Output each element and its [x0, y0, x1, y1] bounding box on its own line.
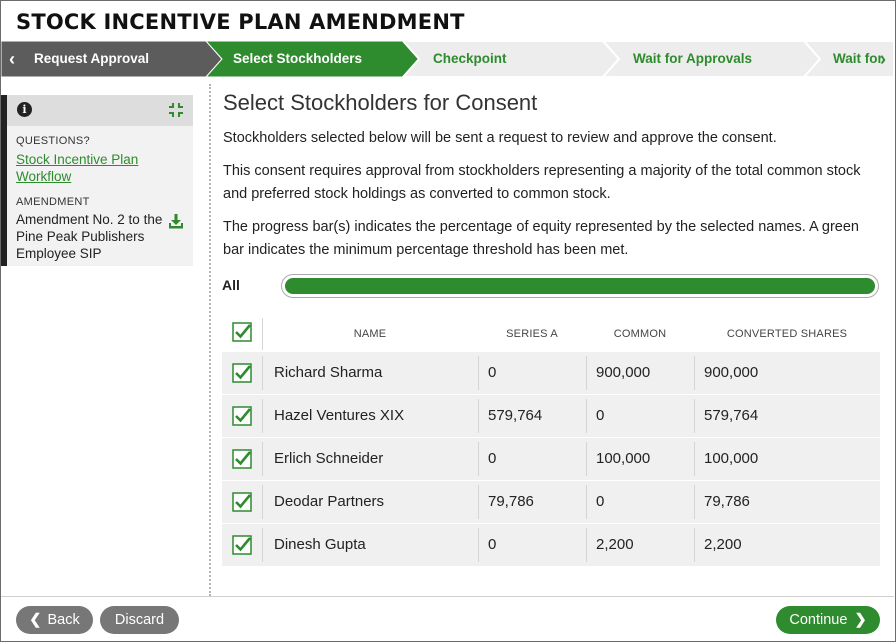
- cell-series-a: 0: [488, 364, 497, 381]
- row-checkbox[interactable]: [232, 492, 252, 512]
- requirement-paragraph: This consent requires approval from stoc…: [223, 163, 861, 202]
- footer-divider: [1, 596, 894, 597]
- table-row[interactable]: Deodar Partners 79,786 0 79,786: [222, 481, 880, 523]
- back-button-label: Back: [47, 612, 80, 628]
- cell-separator: [262, 356, 263, 390]
- chevron-right-icon: ❯: [854, 612, 867, 628]
- cell-converted: 900,000: [704, 364, 759, 381]
- continue-button-label: Continue: [789, 612, 848, 628]
- cell-separator: [262, 485, 263, 519]
- cell-separator: [262, 399, 263, 433]
- step-checkpoint[interactable]: Checkpoint: [433, 41, 507, 77]
- row-checkbox[interactable]: [232, 535, 252, 555]
- table-row[interactable]: Erlich Schneider 0 100,000 100,000: [222, 438, 880, 480]
- amendment-name: Amendment No. 2 to the Pine Peak Publish…: [16, 212, 163, 261]
- cell-name: Richard Sharma: [274, 364, 383, 381]
- cell-common: 2,200: [596, 536, 634, 553]
- column-header-name[interactable]: NAME: [262, 328, 478, 340]
- row-checkbox[interactable]: [232, 449, 252, 469]
- content-divider: [209, 84, 211, 596]
- cell-series-a: 0: [488, 536, 497, 553]
- table-row[interactable]: Richard Sharma 0 900,000 900,000: [222, 352, 880, 394]
- section-heading: Select Stockholders for Consent: [223, 90, 538, 115]
- select-all-checkbox[interactable]: [232, 322, 252, 342]
- continue-button[interactable]: Continue ❯: [776, 606, 880, 634]
- step-select-stockholders[interactable]: Select Stockholders: [233, 41, 362, 77]
- table-row[interactable]: Hazel Ventures XIX 579,764 0 579,764: [222, 395, 880, 437]
- progress-label: All: [222, 277, 240, 293]
- cell-name: Deodar Partners: [274, 493, 385, 510]
- column-header-series-a[interactable]: SERIES A: [478, 328, 586, 340]
- row-checkbox[interactable]: [232, 406, 252, 426]
- cell-converted: 79,786: [704, 493, 750, 510]
- amendment-label: AMENDMENT: [16, 196, 90, 208]
- chevron-left-icon: ❮: [29, 612, 42, 628]
- step-wait-for-approvals[interactable]: Wait for Approvals: [633, 41, 752, 77]
- cell-converted: 579,764: [704, 407, 759, 424]
- cell-converted: 100,000: [704, 450, 759, 467]
- cell-common: 100,000: [596, 450, 651, 467]
- equity-progress-bar: [281, 274, 879, 298]
- equity-progress-fill: [285, 278, 875, 294]
- progress-steps: ‹ Request Approval Select Stockholders C…: [1, 41, 894, 77]
- cell-converted: 2,200: [704, 536, 742, 553]
- sidebar-header: i: [7, 95, 193, 126]
- cell-common: 900,000: [596, 364, 651, 381]
- cell-name: Hazel Ventures XIX: [274, 407, 405, 424]
- download-icon[interactable]: [168, 213, 184, 229]
- steps-prev-arrow-icon[interactable]: ‹: [1, 41, 23, 77]
- cell-series-a: 0: [488, 450, 497, 467]
- step-request-approval[interactable]: Request Approval: [34, 41, 149, 77]
- steps-next-arrow-icon[interactable]: ›: [872, 41, 894, 77]
- discard-button[interactable]: Discard: [100, 606, 179, 634]
- table-row[interactable]: Dinesh Gupta 0 2,200 2,200: [222, 524, 880, 566]
- cell-common: 0: [596, 407, 605, 424]
- collapse-icon[interactable]: [168, 102, 184, 118]
- cell-common: 0: [596, 493, 605, 510]
- progress-explanation-paragraph: The progress bar(s) indicates the percen…: [223, 219, 859, 258]
- cell-series-a: 79,786: [488, 493, 534, 510]
- page-title: STOCK INCENTIVE PLAN AMENDMENT: [16, 10, 465, 34]
- table-header: NAME SERIES A COMMON CONVERTED SHARES: [222, 318, 880, 350]
- discard-button-label: Discard: [114, 612, 165, 628]
- cell-series-a: 579,764: [488, 407, 543, 424]
- cell-separator: [262, 442, 263, 476]
- back-button[interactable]: ❮ Back: [16, 606, 93, 634]
- questions-label: QUESTIONS?: [16, 135, 90, 147]
- column-header-common[interactable]: COMMON: [586, 328, 694, 340]
- workflow-link[interactable]: Stock Incentive Plan Workflow: [16, 151, 166, 185]
- cell-separator: [262, 528, 263, 562]
- intro-paragraph: Stockholders selected below will be sent…: [223, 130, 777, 146]
- info-icon: i: [17, 102, 32, 117]
- column-header-converted-shares[interactable]: CONVERTED SHARES: [694, 328, 880, 340]
- cell-name: Dinesh Gupta: [274, 536, 366, 553]
- cell-name: Erlich Schneider: [274, 450, 384, 467]
- row-checkbox[interactable]: [232, 363, 252, 383]
- help-sidebar: i QUESTIONS? Stock Incentive Plan Workfl…: [1, 95, 193, 266]
